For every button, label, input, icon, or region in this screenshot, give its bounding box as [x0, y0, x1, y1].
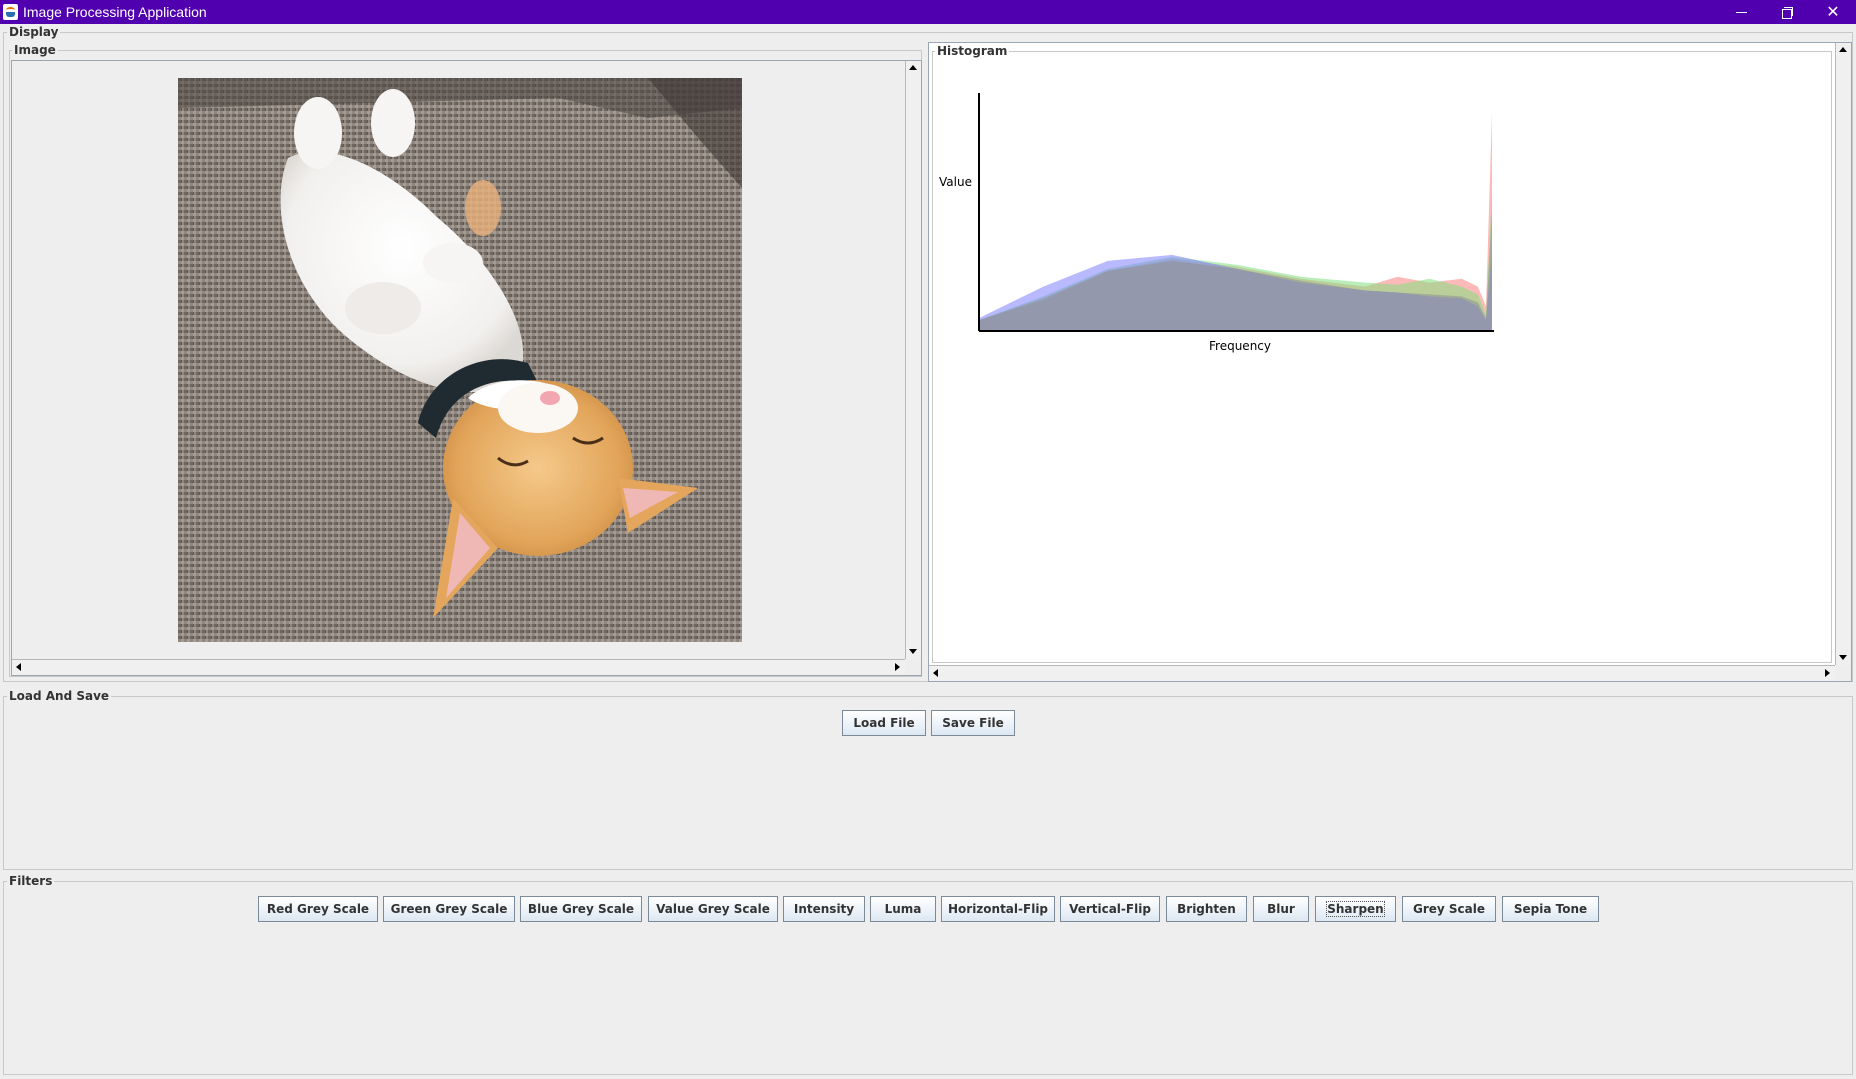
sharpen-button[interactable]: Sharpen	[1315, 896, 1396, 922]
scroll-left-arrow-icon[interactable]	[16, 663, 21, 671]
sepia-tone-button[interactable]: Sepia Tone	[1502, 896, 1599, 922]
scroll-down-arrow-icon[interactable]	[909, 649, 917, 654]
green-grey-scale-button[interactable]: Green Grey Scale	[383, 896, 515, 922]
scroll-corner	[1835, 665, 1851, 681]
save-file-button[interactable]: Save File	[931, 710, 1015, 736]
red-grey-scale-button[interactable]: Red Grey Scale	[258, 896, 378, 922]
restore-icon	[1781, 7, 1793, 19]
sepia-tone-button-label: Sepia Tone	[1513, 902, 1588, 916]
filters-panel-label: Filters	[7, 874, 55, 888]
image-vertical-scrollbar[interactable]	[905, 61, 921, 659]
window-title: Image Processing Application	[23, 4, 207, 20]
scroll-up-arrow-icon[interactable]	[909, 65, 917, 70]
horizontal-flip-button-label: Horizontal-Flip	[947, 902, 1049, 916]
vertical-flip-button-label: Vertical-Flip	[1069, 902, 1151, 916]
image-scroll-pane[interactable]	[11, 60, 922, 676]
value-grey-scale-button-label: Value Grey Scale	[656, 902, 770, 916]
load-save-panel	[3, 696, 1853, 870]
histogram-series-3	[979, 211, 1492, 330]
blur-button[interactable]: Blur	[1253, 896, 1309, 922]
grey-scale-button[interactable]: Grey Scale	[1402, 896, 1496, 922]
load-save-panel-label: Load And Save	[7, 689, 112, 703]
load-file-button[interactable]: Load File	[842, 710, 926, 736]
scroll-corner	[905, 659, 921, 675]
horizontal-flip-button[interactable]: Horizontal-Flip	[941, 896, 1055, 922]
histogram-vertical-scrollbar[interactable]	[1835, 43, 1851, 665]
minimize-button[interactable]	[1718, 0, 1764, 24]
histogram-xlabel: Frequency	[1209, 339, 1271, 353]
intensity-button[interactable]: Intensity	[783, 896, 865, 922]
close-button[interactable]: ✕	[1810, 0, 1856, 24]
scroll-down-arrow-icon[interactable]	[1839, 655, 1847, 660]
histogram-chart: Value Frequency	[939, 93, 1494, 353]
red-grey-scale-button-label: Red Grey Scale	[266, 902, 370, 916]
image-horizontal-scrollbar[interactable]	[12, 659, 905, 675]
green-grey-scale-button-label: Green Grey Scale	[390, 902, 508, 916]
close-icon: ✕	[1826, 2, 1840, 21]
histogram-ylabel: Value	[939, 175, 972, 189]
luma-button[interactable]: Luma	[870, 896, 936, 922]
blue-grey-scale-button[interactable]: Blue Grey Scale	[520, 896, 642, 922]
kitten-photo	[178, 78, 742, 642]
image-panel-label: Image	[12, 43, 58, 57]
brighten-button-label: Brighten	[1177, 902, 1236, 916]
load-file-button-label: Load File	[853, 716, 915, 730]
restore-button[interactable]	[1764, 0, 1810, 24]
kitten-image	[178, 78, 742, 642]
display-panel-label: Display	[7, 25, 61, 39]
brighten-button[interactable]: Brighten	[1166, 896, 1247, 922]
grey-scale-button-label: Grey Scale	[1412, 902, 1485, 916]
histogram-scroll-pane[interactable]: Histogram Value Frequency	[928, 42, 1852, 682]
scroll-right-arrow-icon[interactable]	[1825, 669, 1830, 677]
blur-button-label: Blur	[1267, 902, 1295, 916]
minimize-icon	[1735, 11, 1747, 13]
intensity-button-label: Intensity	[793, 902, 855, 916]
scroll-left-arrow-icon[interactable]	[933, 669, 938, 677]
value-grey-scale-button[interactable]: Value Grey Scale	[648, 896, 778, 922]
title-bar: Image Processing Application ✕	[0, 0, 1856, 24]
luma-button-label: Luma	[884, 902, 922, 916]
blue-grey-scale-button-label: Blue Grey Scale	[527, 902, 635, 916]
sharpen-button-label: Sharpen	[1326, 901, 1385, 917]
scroll-up-arrow-icon[interactable]	[1839, 47, 1847, 52]
java-app-icon	[3, 4, 18, 20]
histogram-horizontal-scrollbar[interactable]	[929, 665, 1835, 681]
save-file-button-label: Save File	[942, 716, 1004, 730]
vertical-flip-button[interactable]: Vertical-Flip	[1060, 896, 1160, 922]
scroll-right-arrow-icon[interactable]	[895, 663, 900, 671]
